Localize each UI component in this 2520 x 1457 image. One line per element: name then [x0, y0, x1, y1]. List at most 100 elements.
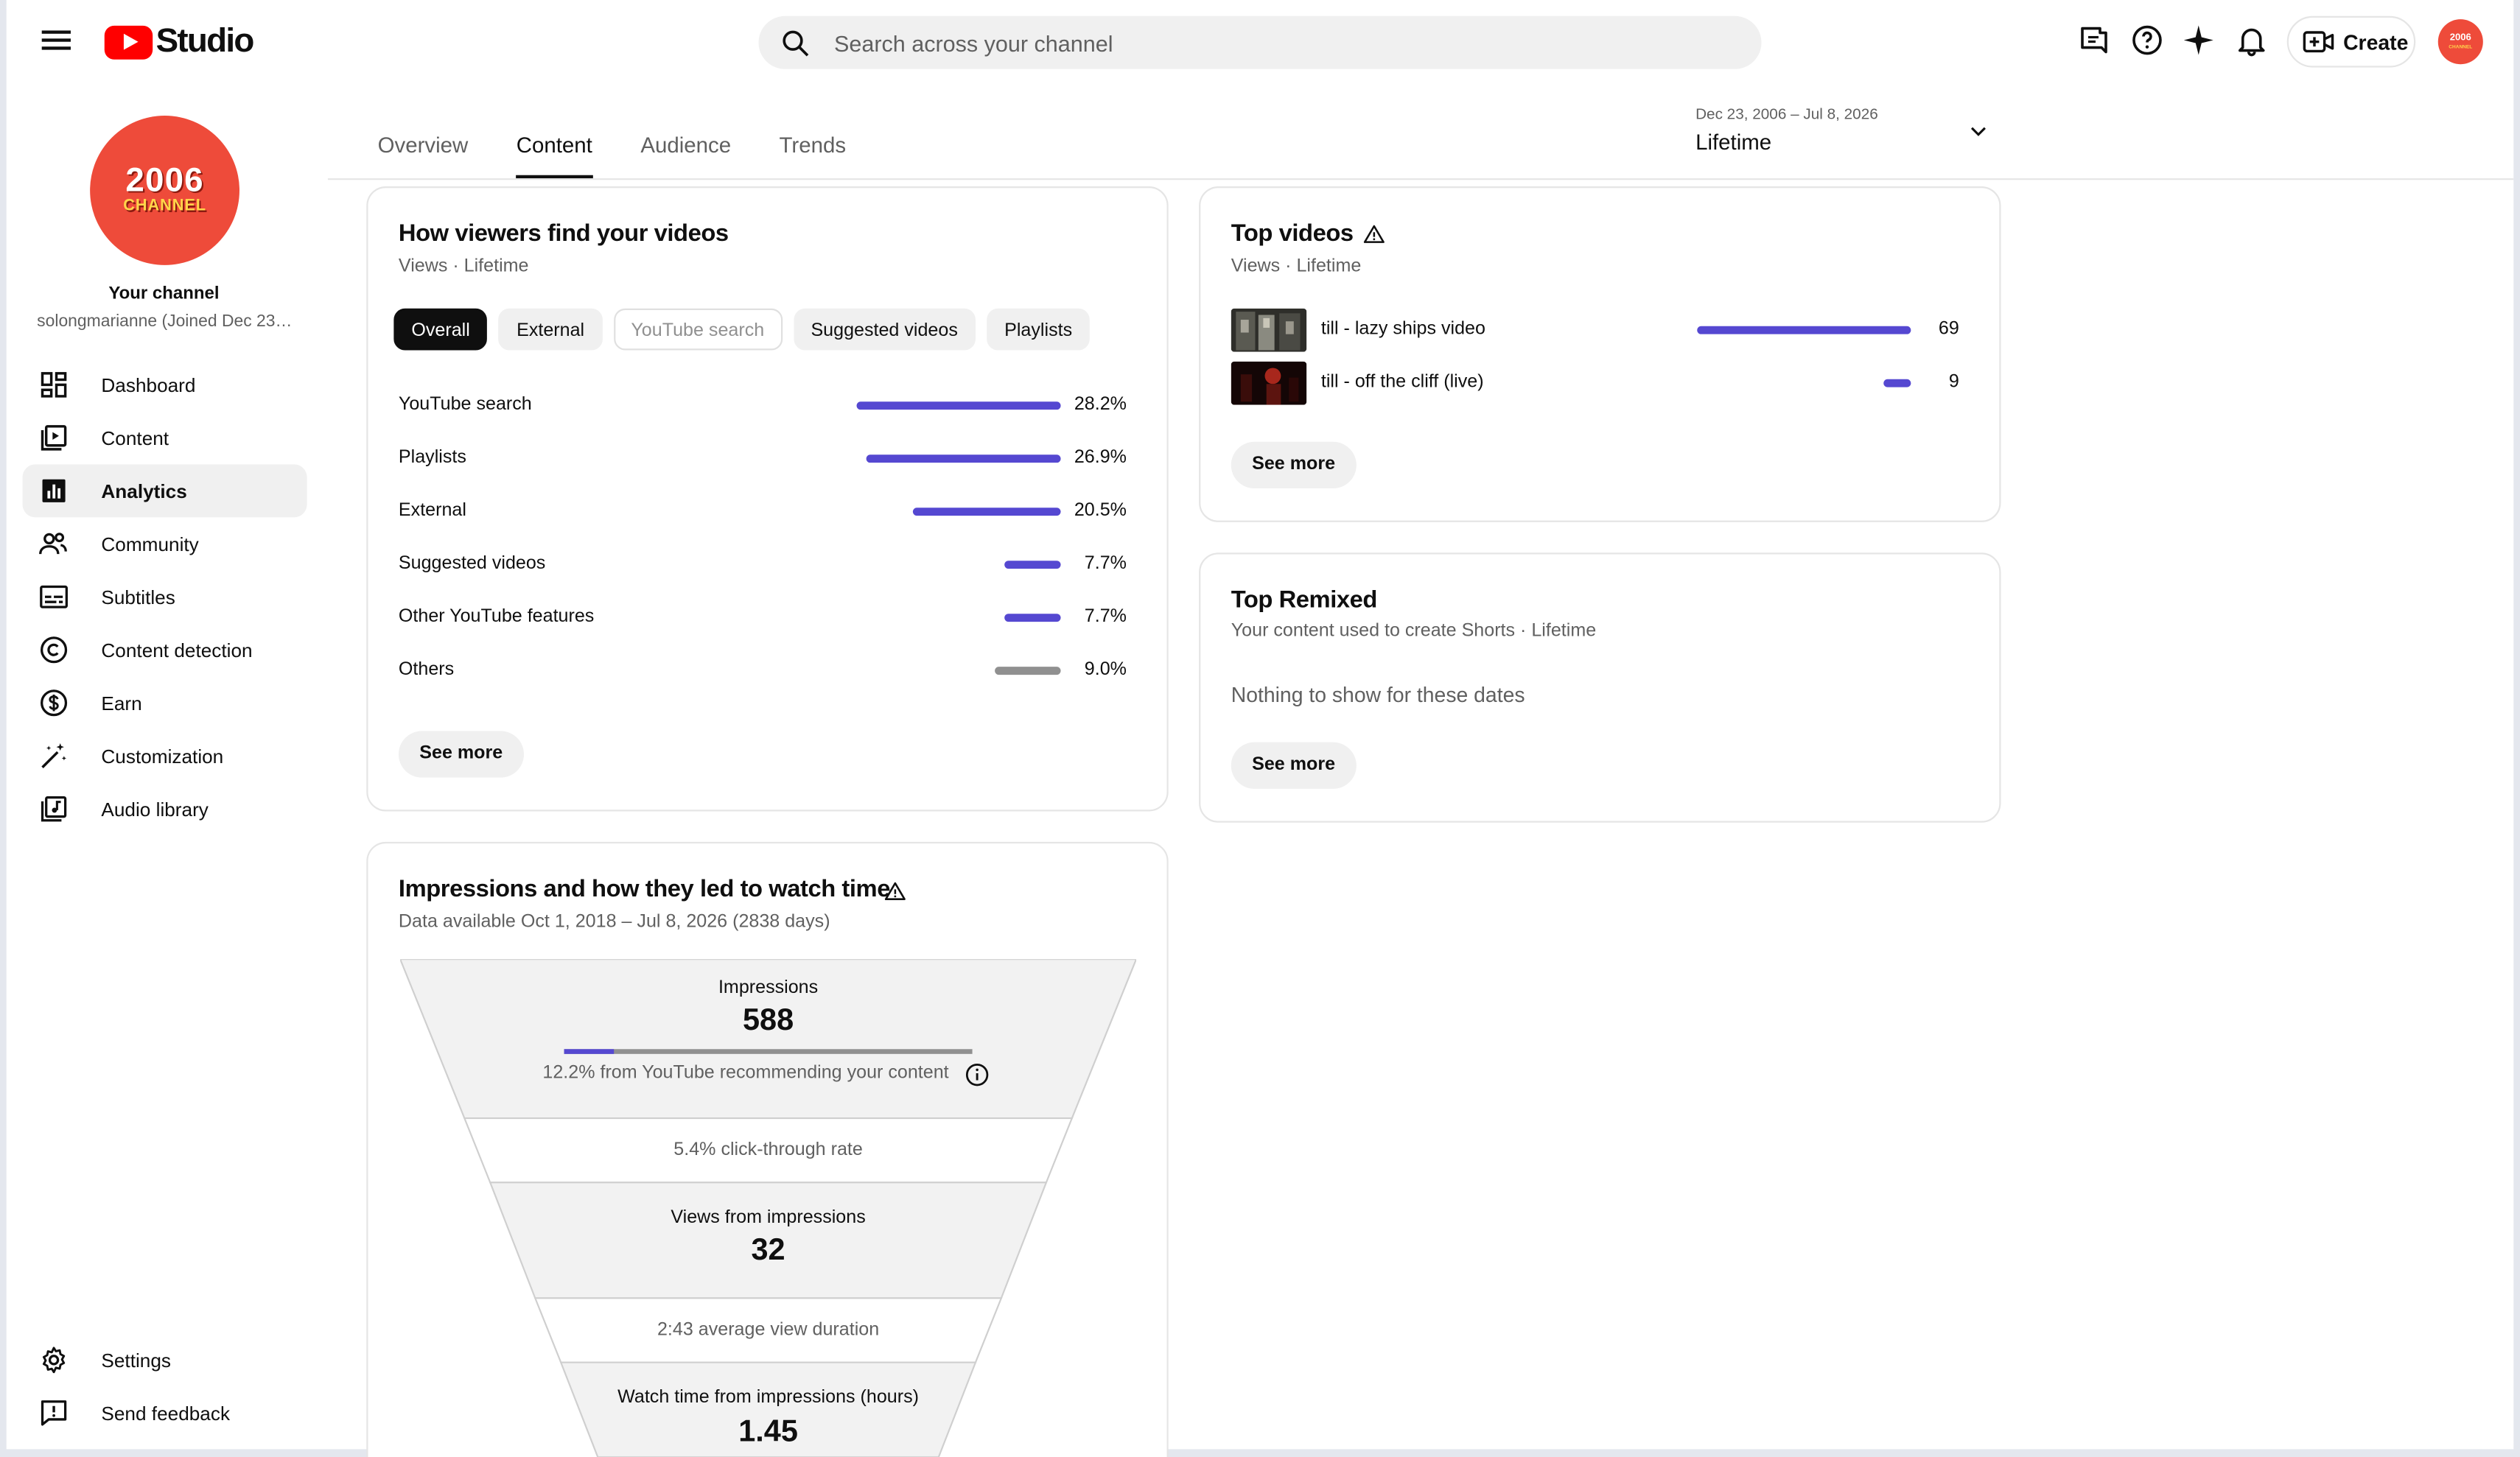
card-title: How viewers find your videos: [398, 220, 729, 247]
sidebar-item-analytics[interactable]: Analytics: [22, 464, 307, 518]
content-icon: [40, 425, 66, 451]
video-views: 69: [1938, 320, 1959, 340]
chip-suggested-videos[interactable]: Suggested videos: [793, 308, 976, 351]
chip-playlists[interactable]: Playlists: [987, 308, 1091, 351]
chip-youtube-search[interactable]: YouTube search: [613, 308, 783, 351]
impressions-value: 588: [742, 1004, 794, 1039]
chip-overall[interactable]: Overall: [393, 308, 488, 351]
card-title: Top Remixed: [1231, 586, 1378, 614]
traffic-source-value: 28.2%: [1074, 395, 1127, 415]
video-thumbnail[interactable]: [1231, 361, 1307, 405]
traffic-source-value: 9.0%: [1084, 660, 1127, 680]
traffic-source-label: Other YouTube features: [398, 607, 595, 627]
sparkle-icon[interactable]: [2181, 23, 2216, 58]
sidebar-item-subtitles[interactable]: Subtitles: [23, 570, 307, 623]
impressions-funnel: Impressions 588 12.2% from YouTube recom…: [400, 959, 1137, 1457]
info-icon[interactable]: [965, 1062, 990, 1088]
dashboard-icon: [40, 372, 66, 398]
sidebar-item-customization[interactable]: Customization: [23, 729, 307, 782]
menu-icon[interactable]: [38, 26, 74, 58]
traffic-source-value: 26.9%: [1074, 448, 1127, 468]
tabs-divider: [327, 178, 2514, 180]
gear-icon: [41, 1347, 65, 1374]
video-title[interactable]: till - off the cliff (live): [1321, 373, 1484, 392]
views-value: 32: [751, 1234, 785, 1268]
video-plus-icon: [2303, 31, 2334, 53]
sidebar-item-content-detection[interactable]: Content detection: [23, 623, 307, 676]
recommendation-share-bar: [564, 1049, 973, 1054]
analytics-tabs: Overview Content Audience Trends: [354, 113, 870, 180]
help-icon[interactable]: [2129, 23, 2165, 58]
traffic-source-row: External 20.5%: [399, 496, 1127, 550]
video-views: 9: [1948, 373, 1959, 393]
warning-icon[interactable]: [884, 880, 907, 903]
your-channel-title: Your channel: [108, 284, 220, 304]
sidebar-item-community[interactable]: Community: [23, 517, 307, 570]
video-views-bar: [1883, 379, 1911, 387]
search-icon: [783, 29, 809, 56]
card-subtitle: Data available Oct 1, 2018 – Jul 8, 2026…: [398, 912, 830, 933]
card-subtitle: Views · Lifetime: [398, 256, 529, 277]
studio-logo[interactable]: Studio: [104, 21, 255, 63]
sidebar-item-label: Customization: [101, 744, 224, 768]
magic-wand-icon: [41, 742, 66, 768]
channel-avatar[interactable]: 2006 CHANNEL: [90, 116, 239, 265]
tab-trends[interactable]: Trends: [755, 113, 870, 180]
date-range-label: Lifetime: [1695, 130, 1772, 155]
logo-text: Studio: [155, 22, 255, 60]
ctr-text: 5.4% click-through rate: [673, 1140, 863, 1160]
audio-library-icon: [40, 796, 66, 822]
sidebar-item-label: Content: [101, 426, 169, 449]
tab-audience[interactable]: Audience: [617, 113, 755, 180]
traffic-source-bar: [1004, 561, 1061, 569]
traffic-sources-card: How viewers find your videos Views · Lif…: [366, 186, 1169, 812]
chip-external[interactable]: External: [499, 308, 603, 351]
traffic-source-label: External: [398, 501, 466, 521]
tab-overview[interactable]: Overview: [354, 113, 492, 180]
sidebar-item-settings[interactable]: Settings: [23, 1333, 307, 1386]
sidebar-item-send-feedback[interactable]: Send feedback: [23, 1386, 307, 1439]
sidebar-item-label: Content detection: [101, 638, 253, 661]
see-more-button[interactable]: See more: [1231, 742, 1357, 789]
dollar-icon: [39, 689, 67, 717]
sidebar-item-audio-library[interactable]: Audio library: [23, 782, 307, 835]
sidebar-item-content[interactable]: Content: [23, 411, 307, 464]
sidebar-item-label: Audio library: [101, 797, 209, 821]
channel-avatar-subtext: CHANNEL: [123, 197, 206, 216]
traffic-source-bar: [1004, 614, 1061, 622]
video-views-bar: [1697, 326, 1911, 334]
tab-content[interactable]: Content: [492, 113, 617, 180]
sidebar-item-label: Community: [101, 533, 199, 555]
avatar-subtext: CHANNEL: [2449, 43, 2473, 50]
feedback-comment-icon[interactable]: [2076, 23, 2112, 58]
video-thumbnail[interactable]: [1231, 308, 1307, 352]
sidebar-item-dashboard[interactable]: Dashboard: [23, 358, 307, 411]
search-input[interactable]: Search across your channel: [834, 29, 1113, 55]
see-more-button[interactable]: See more: [398, 731, 524, 778]
traffic-source-label: Others: [398, 660, 455, 680]
window-frame-left: [0, 0, 7, 1457]
date-range-picker[interactable]: Dec 23, 2006 – Jul 8, 2026 Lifetime: [1695, 106, 2001, 158]
card-title: Top videos: [1231, 220, 1354, 247]
traffic-source-list: YouTube search 28.2% Playlists 26.9% Externa…: [399, 390, 1127, 709]
traffic-source-row: Suggested videos 7.7%: [399, 550, 1127, 603]
create-button[interactable]: Create: [2286, 15, 2416, 68]
top-remixed-card: Top Remixed Your content used to create …: [1199, 552, 2001, 823]
sidebar-item-label: Settings: [101, 1349, 171, 1372]
date-range-dates: Dec 23, 2006 – Jul 8, 2026: [1695, 105, 1878, 124]
create-label: Create: [2343, 29, 2409, 55]
sidebar-item-label: Send feedback: [101, 1402, 231, 1425]
traffic-source-label: Suggested videos: [398, 554, 546, 574]
warning-icon[interactable]: [1363, 223, 1386, 246]
avg-view-duration-text: 2:43 average view duration: [657, 1320, 880, 1341]
video-title[interactable]: till - lazy ships video: [1321, 320, 1485, 339]
see-more-button[interactable]: See more: [1231, 441, 1357, 489]
recommendation-share-fill: [564, 1049, 615, 1054]
channel-handle: solongmarianne (Joined Dec 23, 2006): [37, 312, 295, 331]
window-frame-right: [2513, 0, 2520, 1457]
traffic-source-bar: [866, 454, 1061, 463]
sidebar-item-earn[interactable]: Earn: [23, 676, 307, 729]
bell-icon[interactable]: [2234, 23, 2269, 58]
account-avatar[interactable]: 2006 CHANNEL: [2437, 19, 2483, 65]
search-bar[interactable]: Search across your channel: [758, 15, 1762, 69]
